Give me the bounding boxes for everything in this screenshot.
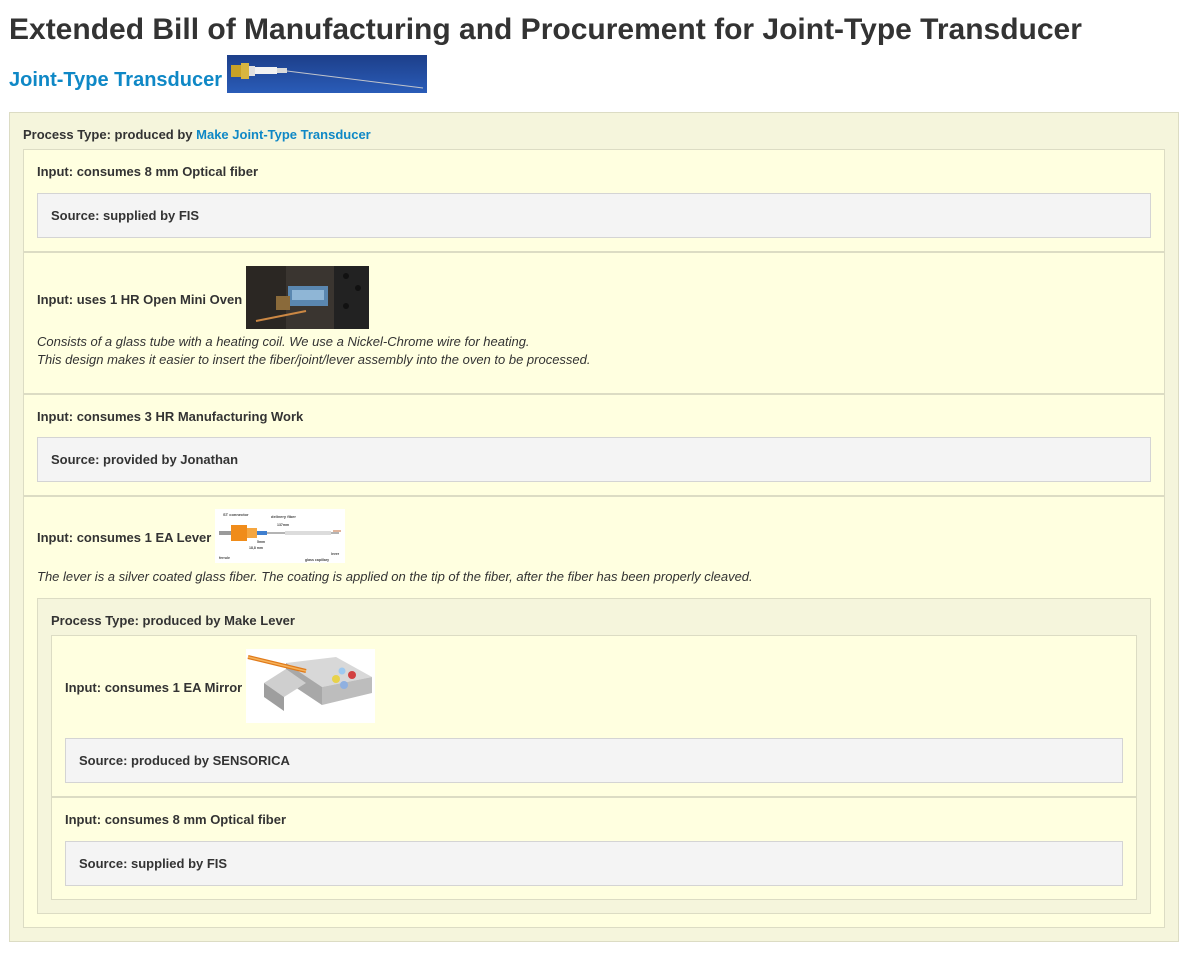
transducer-image[interactable] xyxy=(227,54,428,106)
input-manufacturing-work: Input: consumes 3 HR Manufacturing Work … xyxy=(23,394,1165,496)
diagram-label: 137mm xyxy=(277,523,289,527)
input-label: Input: uses 1 HR Open Mini Oven xyxy=(37,291,243,307)
lever-process-label: Process Type: produced by Make Lever xyxy=(51,613,295,628)
input-mini-oven: Input: uses 1 HR Open Mini Oven Consists… xyxy=(23,252,1165,394)
source-fis: Source: supplied by FIS xyxy=(37,193,1151,238)
source-sensorica: Source: produced by SENSORICA xyxy=(65,738,1123,783)
root-process-block: Process Type: produced by Make Joint-Typ… xyxy=(9,112,1179,942)
input-optical-fiber: Input: consumes 8 mm Optical fiber Sourc… xyxy=(23,149,1165,252)
lever-process-block: Process Type: produced by Make Lever Inp… xyxy=(37,598,1151,914)
oven-description-line1: Consists of a glass tube with a heating … xyxy=(37,334,530,349)
diagram-label: ST connector xyxy=(223,512,249,517)
input-mirror: Input: consumes 1 EA Mirror Source: prod… xyxy=(51,635,1137,797)
lever-diagram-image[interactable]: ST connector delivery fiber 137mm 5mm 18… xyxy=(215,509,346,566)
diagram-label: lever xyxy=(331,552,340,556)
source-fis-2: Source: supplied by FIS xyxy=(65,841,1123,886)
source-jonathan: Source: provided by Jonathan xyxy=(37,437,1151,482)
input-label: Input: consumes 8 mm Optical fiber xyxy=(37,164,259,179)
input-label: Input: consumes 1 EA Lever xyxy=(37,530,212,545)
root-process-label: Process Type: produced by Make Joint-Typ… xyxy=(23,127,371,142)
product-header: Joint-Type Transducer xyxy=(9,54,1179,99)
input-label-row: Input: consumes 1 EA Lever ST connector … xyxy=(37,509,1151,566)
make-transducer-link[interactable]: Make Joint-Type Transducer xyxy=(196,127,371,142)
oven-description-line2: This design makes it easier to insert th… xyxy=(37,352,591,367)
lever-description: The lever is a silver coated glass fiber… xyxy=(37,569,753,584)
diagram-label: ferrule xyxy=(219,556,230,560)
input-label: Input: consumes 1 EA Mirror xyxy=(65,680,243,695)
input-lever: Input: consumes 1 EA Lever ST connector … xyxy=(23,496,1165,928)
oven-image[interactable] xyxy=(246,266,370,332)
input-label-row: Input: uses 1 HR Open Mini Oven xyxy=(37,266,1151,332)
input-optical-fiber-2: Input: consumes 8 mm Optical fiber Sourc… xyxy=(51,797,1137,900)
input-label-row: Input: consumes 1 EA Mirror xyxy=(65,649,1123,726)
page-heading: Extended Bill of Manufacturing and Procu… xyxy=(9,13,1082,46)
mirror-image[interactable] xyxy=(246,649,376,726)
diagram-label: 18,8 mm xyxy=(249,546,263,550)
page: Extended Bill of Manufacturing and Procu… xyxy=(0,0,1190,942)
diagram-label: 5mm xyxy=(257,540,265,544)
diagram-label: glass capillary xyxy=(305,558,329,562)
input-label: Input: consumes 3 HR Manufacturing Work xyxy=(37,408,304,424)
diagram-label: delivery fiber xyxy=(271,514,296,519)
product-link[interactable]: Joint-Type Transducer xyxy=(9,61,222,99)
input-label: Input: consumes 8 mm Optical fiber xyxy=(65,812,287,827)
